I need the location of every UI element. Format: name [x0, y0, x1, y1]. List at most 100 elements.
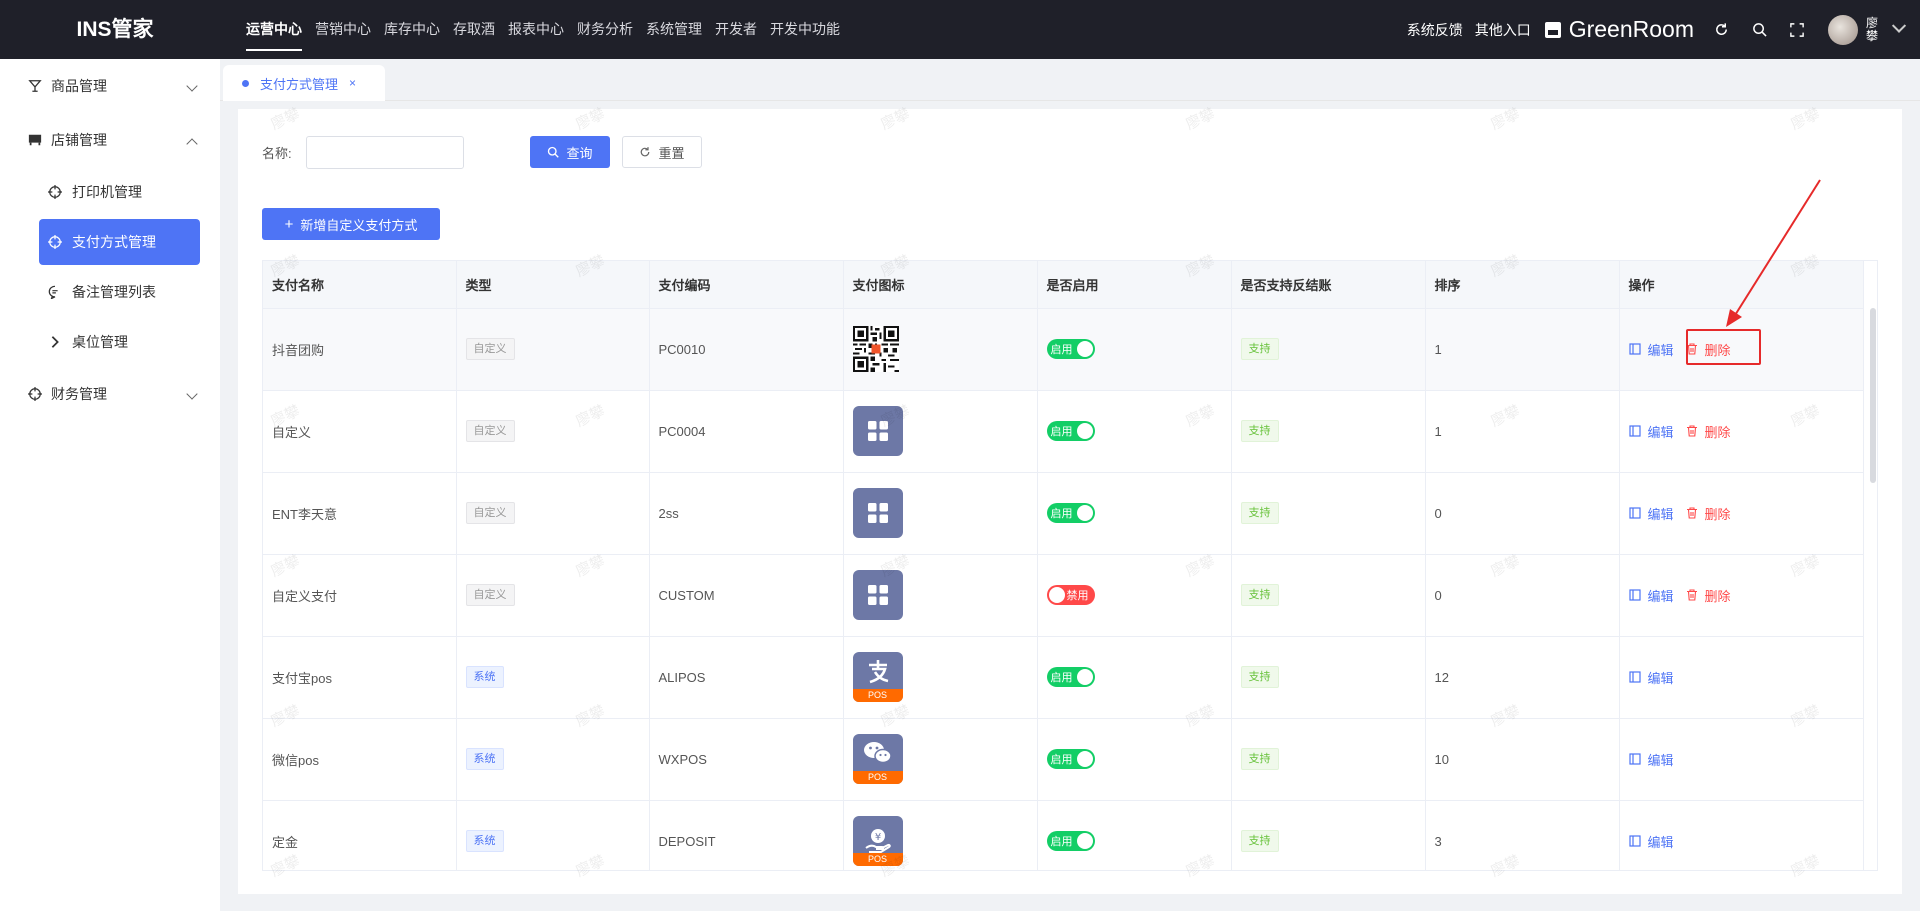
qr-code-icon	[852, 326, 899, 372]
grid-apps-icon	[852, 406, 903, 456]
refresh-icon[interactable]	[1712, 21, 1730, 39]
cell-refund: 支持	[1231, 554, 1426, 637]
add-custom-payment-button[interactable]: + 新增自定义支付方式	[262, 208, 440, 240]
enabled-toggle[interactable]: 启用	[1046, 749, 1095, 769]
enabled-toggle[interactable]: 禁用	[1046, 585, 1095, 605]
reset-button[interactable]: 重置	[622, 136, 702, 168]
chevron-down-icon	[186, 80, 198, 92]
cell-sort: 3	[1425, 800, 1620, 870]
cell-code: 2ss	[649, 472, 844, 555]
chevron-down-icon[interactable]	[1891, 18, 1907, 33]
cell-refund: 支持	[1231, 390, 1426, 473]
edit-icon	[1628, 507, 1641, 519]
query-button[interactable]: 查询	[530, 136, 610, 168]
feedback-link[interactable]: 系统反馈	[1407, 20, 1463, 40]
delete-button[interactable]: 删除	[1686, 504, 1731, 523]
sidebar-item-label: 支付方式管理	[72, 234, 156, 250]
enabled-toggle[interactable]: 启用	[1046, 667, 1095, 687]
nav-item-inventory[interactable]: 库存中心	[384, 0, 440, 59]
query-button-label: 查询	[566, 145, 593, 161]
active-dot	[242, 79, 249, 87]
delete-button[interactable]: 删除	[1686, 422, 1731, 441]
chevron-right-icon	[48, 335, 62, 349]
top-right-tools: 系统反馈 其他入口 GreenRoom 廖攀	[1407, 0, 1920, 59]
enabled-toggle[interactable]: 启用	[1046, 503, 1095, 523]
cell-code: PC0010	[649, 308, 844, 391]
app-logo[interactable]: INS管家	[0, 0, 230, 59]
cell-icon	[843, 308, 1038, 391]
cell-enabled: 启用	[1037, 308, 1232, 391]
cell-icon	[843, 472, 1038, 555]
cell-refund: 支持	[1231, 800, 1426, 870]
type-tag: 系统	[465, 666, 504, 688]
search-icon[interactable]	[1750, 21, 1768, 39]
edit-icon	[1628, 343, 1641, 355]
enabled-toggle[interactable]: 启用	[1046, 421, 1095, 441]
delete-button[interactable]: 删除	[1686, 586, 1731, 605]
enabled-toggle[interactable]: 启用	[1046, 339, 1095, 359]
sidebar-item-payment-methods[interactable]: 支付方式管理	[39, 219, 200, 265]
edit-button[interactable]: 编辑	[1628, 340, 1674, 359]
enabled-toggle[interactable]: 启用	[1046, 831, 1095, 851]
edit-label: 编辑	[1647, 834, 1674, 850]
cell-name: 自定义支付	[263, 554, 457, 637]
table-scrollbar[interactable]	[1870, 308, 1876, 483]
cell-actions: 编辑	[1619, 718, 1864, 801]
refund-support-tag: 支持	[1240, 748, 1279, 770]
nav-item-reports[interactable]: 报表中心	[508, 0, 564, 59]
edit-label: 编辑	[1647, 752, 1674, 768]
other-entry-link[interactable]: 其他入口	[1475, 20, 1531, 40]
edit-button[interactable]: 编辑	[1628, 750, 1674, 769]
edit-button[interactable]: 编辑	[1628, 586, 1674, 605]
nav-item-marketing[interactable]: 营销中心	[315, 0, 371, 59]
table-row: 定金 系统 DEPOSIT ¥ POS 启用 支持 3 编辑	[263, 800, 1864, 870]
nav-item-wine-storage[interactable]: 存取酒	[453, 0, 495, 59]
nav-item-system[interactable]: 系统管理	[646, 0, 702, 59]
sidebar-item-label: 商品管理	[51, 78, 107, 94]
edit-label: 编辑	[1647, 506, 1674, 522]
cell-enabled: 禁用	[1037, 554, 1232, 637]
payment-methods-table: 支付名称 类型 支付编码 支付图标 是否启用 是否支持反结账 排序 操作 抖音团…	[262, 260, 1878, 871]
nav-item-developer[interactable]: 开发者	[715, 0, 757, 59]
edit-icon	[1628, 425, 1641, 437]
sidebar-item-shop[interactable]: 店铺管理	[0, 113, 220, 167]
grid-apps-icon	[852, 488, 903, 538]
sidebar-item-remarks[interactable]: 备注管理列表	[0, 267, 220, 317]
nav-item-finance-analysis[interactable]: 财务分析	[577, 0, 633, 59]
sidebar-item-tables[interactable]: 桌位管理	[0, 317, 220, 367]
store-icon	[1544, 21, 1561, 38]
nav-item-operations[interactable]: 运营中心	[246, 0, 302, 59]
tab-payment-methods[interactable]: 支付方式管理 ×	[223, 65, 385, 101]
crosshair-icon	[28, 387, 42, 401]
cell-name: ENT李天意	[263, 472, 457, 555]
cell-name: 抖音团购	[263, 308, 457, 391]
store-switcher[interactable]: GreenRoom	[1544, 16, 1694, 43]
nav-item-in-development[interactable]: 开发中功能	[770, 0, 840, 59]
name-filter-label: 名称:	[262, 146, 292, 161]
edit-button[interactable]: 编辑	[1628, 422, 1674, 441]
sidebar-item-label: 店铺管理	[51, 132, 107, 148]
sidebar-item-goods[interactable]: 商品管理	[0, 59, 220, 113]
cell-code: PC0004	[649, 390, 844, 473]
pos-badge: POS	[852, 771, 903, 784]
avatar[interactable]	[1828, 14, 1858, 45]
username[interactable]: 廖攀	[1866, 16, 1880, 43]
col-header-enabled: 是否启用	[1037, 261, 1232, 309]
fullscreen-icon[interactable]	[1788, 21, 1806, 39]
cell-icon: POS	[843, 718, 1038, 801]
cell-enabled: 启用	[1037, 472, 1232, 555]
cell-actions: 编辑 删除	[1619, 472, 1864, 555]
cell-name: 微信pos	[263, 718, 457, 801]
cell-name: 支付宝pos	[263, 636, 457, 719]
col-header-name: 支付名称	[263, 261, 457, 309]
type-tag: 自定义	[465, 420, 515, 442]
sidebar-item-printer[interactable]: 打印机管理	[0, 167, 220, 217]
cell-enabled: 启用	[1037, 390, 1232, 473]
close-icon[interactable]: ×	[349, 76, 356, 90]
name-filter-input[interactable]	[306, 136, 464, 169]
add-button-label: 新增自定义支付方式	[300, 217, 418, 233]
edit-button[interactable]: 编辑	[1628, 504, 1674, 523]
edit-button[interactable]: 编辑	[1628, 668, 1674, 687]
edit-button[interactable]: 编辑	[1628, 832, 1674, 851]
sidebar-item-finance[interactable]: 财务管理	[0, 367, 220, 421]
